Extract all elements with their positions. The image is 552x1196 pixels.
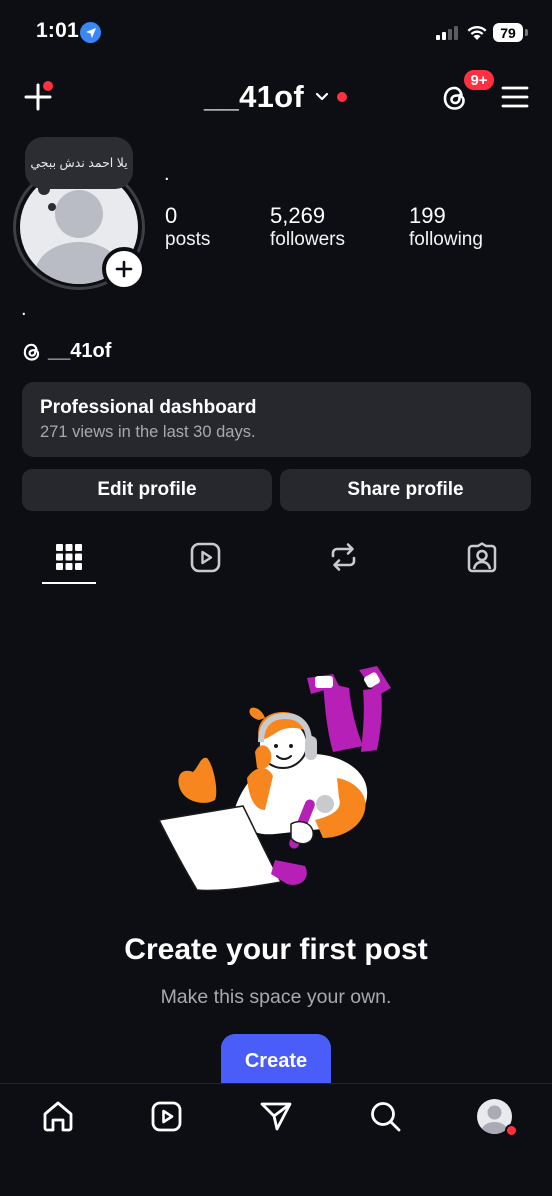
create-button[interactable]: Create (221, 1034, 331, 1088)
chevron-down-icon[interactable] (315, 92, 329, 102)
professional-dashboard[interactable]: Professional dashboard 271 views in the … (22, 382, 531, 457)
threads-handle: __41of (48, 340, 112, 362)
empty-state-illustration (155, 660, 400, 900)
stat-followers-value: 5,269 (270, 203, 326, 228)
plus-notification-dot (43, 81, 53, 91)
battery-icon: 79 (493, 23, 523, 42)
nav-reels[interactable] (151, 1101, 182, 1132)
stat-following-value: 199 (409, 203, 446, 228)
search-icon (371, 1102, 401, 1132)
stat-followers-label: followers (270, 229, 345, 250)
send-icon (260, 1102, 292, 1131)
empty-state-title: Create your first post (124, 933, 428, 966)
account-notification-dot (337, 92, 347, 102)
nav-home[interactable] (42, 1100, 74, 1132)
reels-icon (190, 542, 221, 573)
reels-icon (151, 1101, 182, 1132)
stat-posts[interactable]: 0 posts (165, 203, 210, 251)
dashboard-subtitle: 271 views in the last 30 days. (40, 423, 256, 441)
edit-profile-button[interactable]: Edit profile (22, 469, 272, 511)
tab-grid[interactable] (56, 544, 82, 570)
signal-icon (436, 26, 460, 40)
tab-reels[interactable] (190, 542, 221, 573)
stat-posts-value: 0 (165, 203, 178, 228)
location-icon (80, 22, 101, 43)
battery-tip (525, 29, 528, 36)
profile-username[interactable]: __41of (204, 79, 304, 115)
dashboard-title: Professional dashboard (40, 397, 257, 418)
profile-bio: . (21, 298, 27, 320)
threads-icon (23, 343, 40, 361)
profile-notification-dot (505, 1124, 518, 1137)
threads-link[interactable]: __41of (22, 340, 111, 363)
status-time: 1:01 (36, 19, 79, 42)
empty-state-subtitle: Make this space your own. (160, 986, 392, 1008)
reposts-icon (331, 543, 356, 571)
nav-send[interactable] (260, 1101, 292, 1132)
stat-following[interactable]: 199 following (409, 203, 483, 251)
bottom-nav (0, 1083, 552, 1196)
tab-reposts[interactable] (329, 541, 358, 573)
stat-posts-label: posts (165, 229, 211, 250)
tab-tagged[interactable] (467, 542, 497, 573)
stat-followers[interactable]: 5,269 followers (270, 203, 345, 251)
plus-icon (115, 260, 133, 278)
tagged-icon (467, 542, 497, 573)
add-story-button[interactable] (102, 247, 146, 291)
menu-icon[interactable] (501, 85, 529, 109)
profile-name: . (164, 163, 170, 185)
note-bubble-tail-small (48, 203, 56, 211)
grid-icon (56, 544, 82, 570)
home-icon (43, 1101, 73, 1132)
stat-following-label: following (409, 229, 483, 250)
wifi-icon (466, 24, 488, 41)
note-bubble[interactable]: يلا احمد ندش ببجي (25, 137, 133, 189)
nav-search[interactable] (370, 1101, 401, 1132)
active-tab-indicator (42, 582, 96, 584)
share-profile-button[interactable]: Share profile (280, 469, 531, 511)
note-text: يلا احمد ندش ببجي (30, 156, 128, 170)
notification-badge: 9+ (462, 68, 496, 92)
